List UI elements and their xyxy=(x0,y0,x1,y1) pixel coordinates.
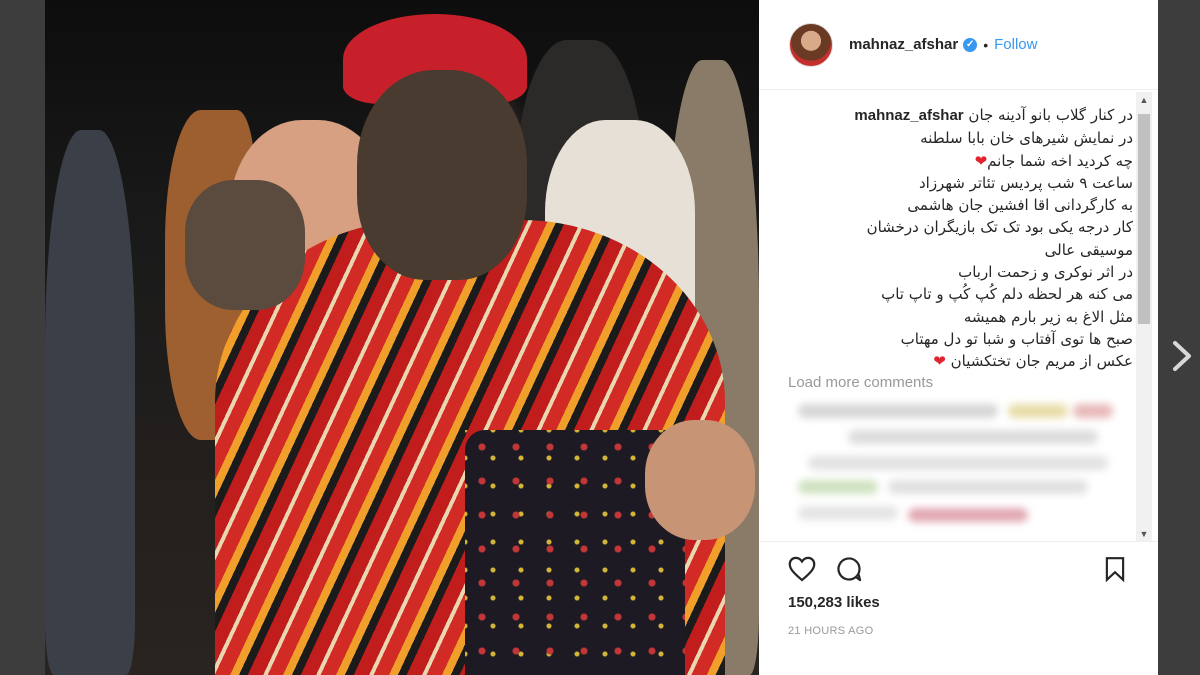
likes-count[interactable]: 150,283 likes xyxy=(788,594,880,611)
follow-button[interactable]: Follow xyxy=(994,36,1037,53)
blurred-comment xyxy=(888,480,1088,494)
post-side-panel: mahnaz_afshar ✓ • Follow در کنار گلاب با… xyxy=(759,0,1158,675)
chevron-right-icon[interactable] xyxy=(1168,338,1196,374)
actions-section: 150,283 likes 21 HOURS AGO xyxy=(759,541,1158,675)
blurred-comment xyxy=(808,456,1108,470)
blurred-comments xyxy=(788,398,1133,540)
scroll-thumb[interactable] xyxy=(1138,114,1150,324)
hand xyxy=(645,420,755,540)
caption-text: چه کردید اخه شما جانم xyxy=(987,151,1133,170)
blurred-comment xyxy=(798,506,898,520)
caption-line: ساعت ۹ شب پردیس تئاتر شهرزاد xyxy=(918,173,1133,192)
avatar[interactable] xyxy=(789,22,833,67)
post-header: mahnaz_afshar ✓ • Follow xyxy=(759,0,1158,90)
heart-emoji: ❤ xyxy=(933,352,946,371)
post-timestamp[interactable]: 21 HOURS AGO xyxy=(788,625,874,637)
comment-icon[interactable] xyxy=(834,554,864,584)
username-link[interactable]: mahnaz_afshar xyxy=(849,36,958,53)
heart-emoji: ❤ xyxy=(974,151,988,170)
caption-line: در کنار گلاب بانو آدینه جان mahnaz_afsha… xyxy=(788,104,1133,127)
separator-dot: • xyxy=(983,36,989,53)
caption-line: کار درجه یکی بود تک تک بازیگران درخشان xyxy=(866,218,1133,237)
blurred-comment xyxy=(1008,404,1068,418)
hand xyxy=(185,180,305,310)
verified-icon: ✓ xyxy=(963,37,978,52)
background-figure xyxy=(45,130,135,675)
caption-line: موسیقی عالی xyxy=(1044,240,1133,259)
scroll-down-arrow[interactable]: ▼ xyxy=(1136,526,1152,542)
caption-username-link[interactable]: mahnaz_afshar xyxy=(854,107,963,124)
face-right xyxy=(357,70,527,280)
blurred-comment xyxy=(798,480,878,494)
caption-text: عکس از مریم جان تختکشیان xyxy=(950,352,1133,371)
caption: در کنار گلاب بانو آدینه جان mahnaz_afsha… xyxy=(788,104,1133,394)
blurred-comment xyxy=(908,508,1028,522)
caption-line: در نمایش شیرهای خان بابا سلطنه xyxy=(920,129,1133,148)
post-photo[interactable] xyxy=(45,0,759,675)
blurred-comment xyxy=(848,430,1098,444)
caption-line: می کنه هر لحظه دلم کُپ کُپ و تاپ تاپ xyxy=(881,285,1133,304)
heart-icon[interactable] xyxy=(787,554,817,584)
blurred-comment xyxy=(1073,404,1113,418)
caption-line: چه کردید اخه شما جانم❤ xyxy=(788,150,1133,172)
blurred-comment xyxy=(798,404,998,418)
comments-scrollbar[interactable]: ▲ ▼ xyxy=(1136,92,1152,542)
caption-line: مثل الاغ به زیر بارم همیشه xyxy=(963,307,1133,326)
load-more-comments-link[interactable]: Load more comments xyxy=(788,374,933,391)
caption-line: به کارگردانی اقا افشین جان هاشمی xyxy=(907,196,1133,215)
caption-text: در کنار گلاب بانو آدینه جان xyxy=(968,106,1133,124)
scroll-up-arrow[interactable]: ▲ xyxy=(1136,92,1152,108)
caption-line: صبح ها توی آفتاب و شبا تو دل مهتاب xyxy=(900,329,1133,348)
bookmark-icon[interactable] xyxy=(1100,554,1130,584)
caption-line: در اثر نوکری و زحمت ارباب xyxy=(958,263,1133,282)
caption-line: عکس از مریم جان تختکشیان ❤ xyxy=(788,350,1133,372)
